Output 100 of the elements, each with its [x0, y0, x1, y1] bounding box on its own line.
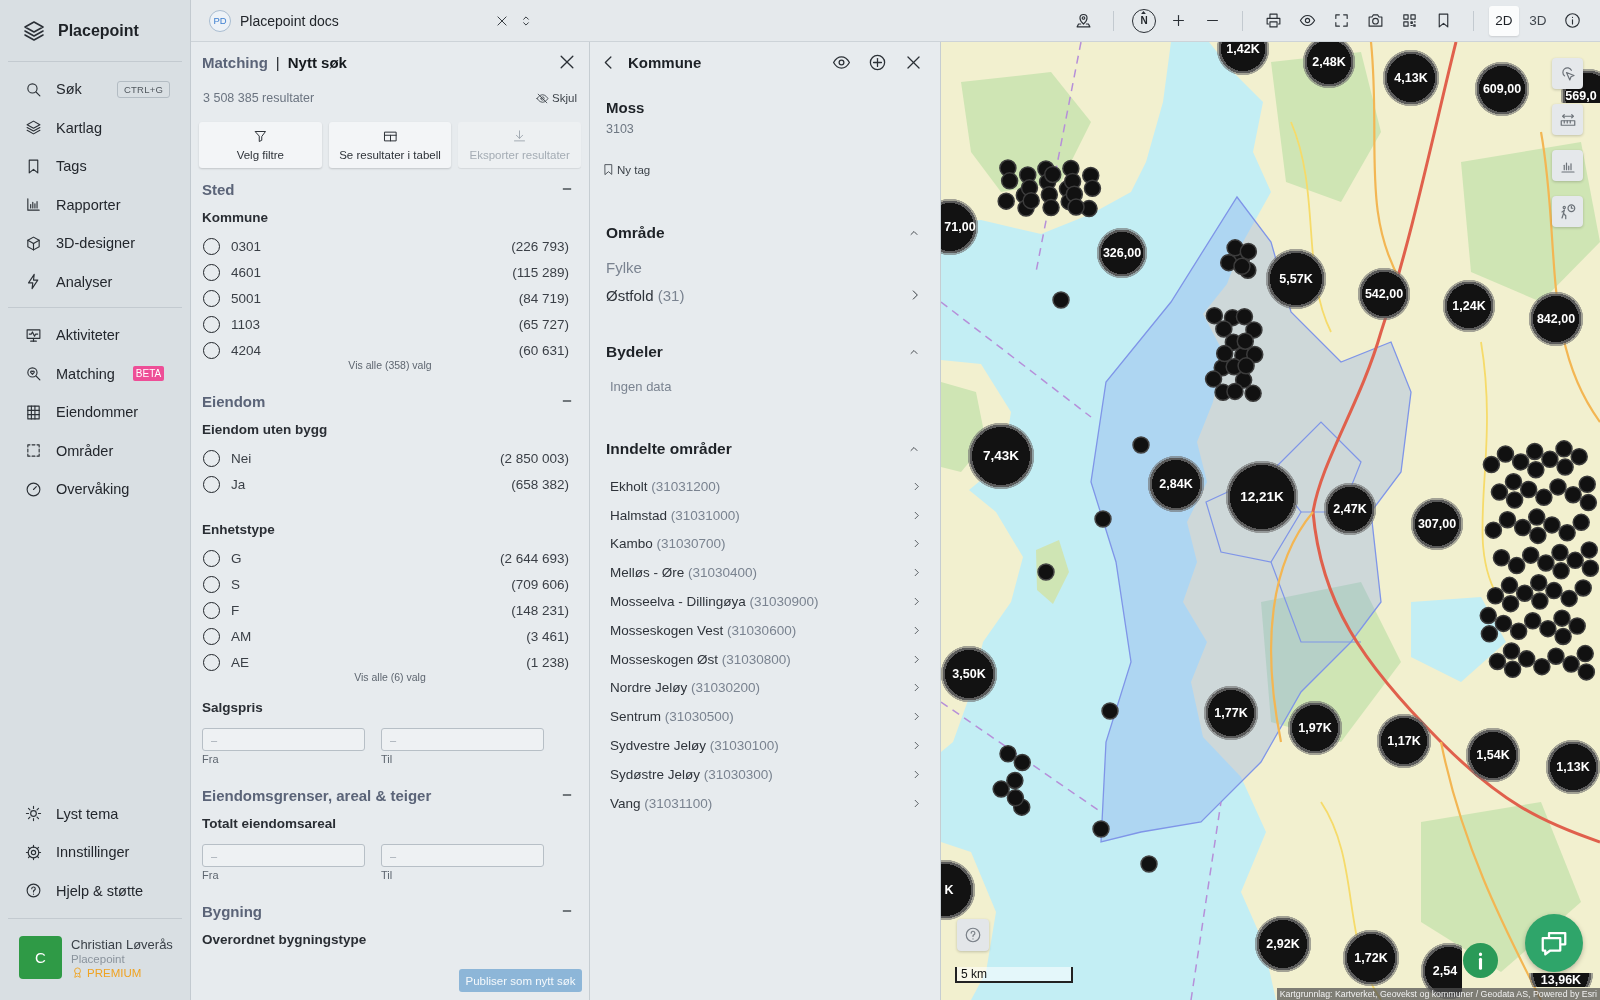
- area-link[interactable]: Sydøstre Jeløy (31030300): [610, 759, 926, 789]
- section-title: Område: [606, 224, 665, 242]
- point-marker-icon[interactable]: [1094, 510, 1112, 528]
- cluster-marker[interactable]: 326,00: [1097, 228, 1147, 278]
- cluster-marker[interactable]: 609,00: [1475, 62, 1529, 116]
- cluster-marker[interactable]: 4,13K: [1383, 50, 1439, 106]
- nav-item[interactable]: Hjelp & støtte: [0, 871, 190, 910]
- cluster-marker[interactable]: 2,84K: [1148, 456, 1204, 512]
- nav-item[interactable]: Rapporter: [0, 185, 190, 224]
- nav-item[interactable]: Aktiviteter: [0, 316, 190, 355]
- area-link[interactable]: Melløs - Øre (31030400): [610, 558, 926, 588]
- cluster-marker[interactable]: 1,17K: [1377, 714, 1431, 768]
- view-mode-tab[interactable]: 2D: [1489, 5, 1519, 36]
- area-link[interactable]: Mosseelva - Dillingøya (31030900): [610, 587, 926, 616]
- nav-item[interactable]: Overvåking: [0, 470, 190, 509]
- hide-link[interactable]: Skjul: [536, 91, 577, 105]
- nav-item[interactable]: Analyser: [0, 262, 190, 301]
- option-label: Ja: [231, 476, 246, 492]
- cluster-marker[interactable]: 1,97K: [1288, 701, 1342, 755]
- area-link[interactable]: Østfold (31): [606, 281, 926, 309]
- cluster-marker[interactable]: 5,57K: [1266, 249, 1326, 309]
- cluster-marker[interactable]: 2,47K: [1324, 483, 1376, 535]
- crosshair-icon[interactable]: [867, 52, 887, 72]
- north-arrow-icon: [1141, 10, 1146, 14]
- area-link[interactable]: Nordre Jeløy (31030200): [610, 673, 926, 703]
- point-marker-icon[interactable]: [1132, 436, 1150, 454]
- area-link[interactable]: Vang (31031100): [610, 788, 926, 818]
- workspace-name[interactable]: Placepoint docs: [240, 12, 490, 29]
- cluster-marker[interactable]: 1,77K: [1204, 686, 1258, 740]
- range-input[interactable]: –: [202, 728, 365, 751]
- cluster-marker[interactable]: 307,00: [1411, 498, 1463, 550]
- nav-item[interactable]: Eiendommer: [0, 393, 190, 432]
- travel-time-button[interactable]: [1552, 196, 1583, 227]
- print-icon[interactable]: [1264, 12, 1282, 29]
- point-marker-icon[interactable]: [1092, 820, 1110, 838]
- cluster-marker[interactable]: 1,13K: [1546, 740, 1600, 794]
- option-count: (65 727): [518, 316, 569, 332]
- area-link[interactable]: Halmstad (31031000): [610, 500, 926, 530]
- option-label: 5001: [231, 290, 262, 306]
- point-marker-icon[interactable]: [1140, 855, 1158, 873]
- point-marker-icon[interactable]: [1052, 291, 1070, 309]
- range-input[interactable]: –: [381, 844, 544, 867]
- measure-button[interactable]: [1552, 104, 1583, 135]
- field-label: Til: [381, 869, 394, 881]
- nav-item[interactable]: Lyst tema: [0, 794, 190, 833]
- nav-item[interactable]: 3D-designer: [0, 224, 190, 263]
- cluster-marker[interactable]: 1,42K: [1217, 42, 1269, 75]
- show-all-link[interactable]: Vis alle (358) valg: [348, 358, 432, 372]
- point-marker-icon[interactable]: [1037, 563, 1055, 581]
- nav-item[interactable]: Områder: [0, 431, 190, 470]
- fullscreen-icon[interactable]: [1332, 12, 1350, 29]
- field-label: Til: [381, 753, 394, 765]
- action-button[interactable]: Se resultater i tabell: [328, 122, 452, 168]
- sun-icon: [25, 805, 42, 823]
- area-link[interactable]: Mosseskogen Øst (31030800): [610, 644, 926, 674]
- nav-item[interactable]: Innstillinger: [0, 833, 190, 872]
- user-organization: Placepoint: [71, 953, 126, 965]
- select-tool-button[interactable]: [1552, 58, 1583, 89]
- eye-icon[interactable]: [1298, 12, 1316, 29]
- cluster-marker[interactable]: 3,50K: [941, 646, 997, 702]
- qr-code-icon[interactable]: [1400, 12, 1418, 29]
- info-icon[interactable]: [1563, 12, 1581, 29]
- clear-icon[interactable]: [495, 13, 509, 28]
- range-input[interactable]: –: [202, 844, 365, 867]
- nav-item[interactable]: Søk CTRL+G: [0, 70, 190, 109]
- location-pin-icon[interactable]: [1074, 12, 1092, 29]
- nav-item[interactable]: Matching BETA: [0, 354, 190, 393]
- new-tag-button[interactable]: Ny tag: [602, 163, 651, 176]
- cluster-marker[interactable]: 1,24K: [1443, 280, 1495, 332]
- area-link[interactable]: Ekholt (31031200): [610, 472, 926, 501]
- show-all-link[interactable]: Vis alle (6) valg: [354, 670, 426, 684]
- cluster-marker[interactable]: 1,54K: [1466, 728, 1520, 782]
- area-link[interactable]: Sentrum (31030500): [610, 702, 926, 732]
- group-title: Totalt eiendomsareal: [202, 815, 338, 833]
- area-link[interactable]: Sydvestre Jeløy (31030100): [610, 731, 926, 760]
- cluster-marker[interactable]: 12,21K: [1226, 461, 1298, 533]
- cluster-marker[interactable]: 71,00: [941, 199, 978, 255]
- camera-icon[interactable]: [1366, 12, 1384, 29]
- nav-item[interactable]: Tags: [0, 147, 190, 186]
- view-mode-tab[interactable]: 3D: [1523, 5, 1553, 36]
- cluster-marker[interactable]: 542,00: [1358, 268, 1410, 320]
- walking-clock-icon: [1558, 202, 1577, 221]
- cluster-marker[interactable]: 842,00: [1529, 292, 1583, 346]
- cluster-marker[interactable]: 2,92K: [1255, 916, 1311, 972]
- area-link[interactable]: Kambo (31030700): [610, 529, 926, 559]
- help-icon: [964, 926, 982, 944]
- user-avatar[interactable]: C: [19, 936, 62, 979]
- cluster-marker[interactable]: 1,72K: [1343, 930, 1399, 986]
- cluster-marker[interactable]: K: [941, 860, 975, 920]
- help-button[interactable]: [957, 919, 989, 951]
- breadcrumb-link[interactable]: Matching: [202, 53, 268, 71]
- range-input[interactable]: –: [381, 728, 544, 751]
- point-marker-icon[interactable]: [1101, 702, 1119, 720]
- info-icon: [1478, 951, 1483, 970]
- area-link[interactable]: Mosseskogen Vest (31030600): [610, 616, 926, 645]
- nav-item[interactable]: Kartlag: [0, 108, 190, 147]
- cluster-marker[interactable]: 13,96K: [1529, 973, 1593, 987]
- action-button[interactable]: Velg filtre: [199, 122, 322, 168]
- cluster-marker[interactable]: 2,48K: [1303, 42, 1355, 88]
- cluster-marker[interactable]: 7,43K: [968, 423, 1034, 489]
